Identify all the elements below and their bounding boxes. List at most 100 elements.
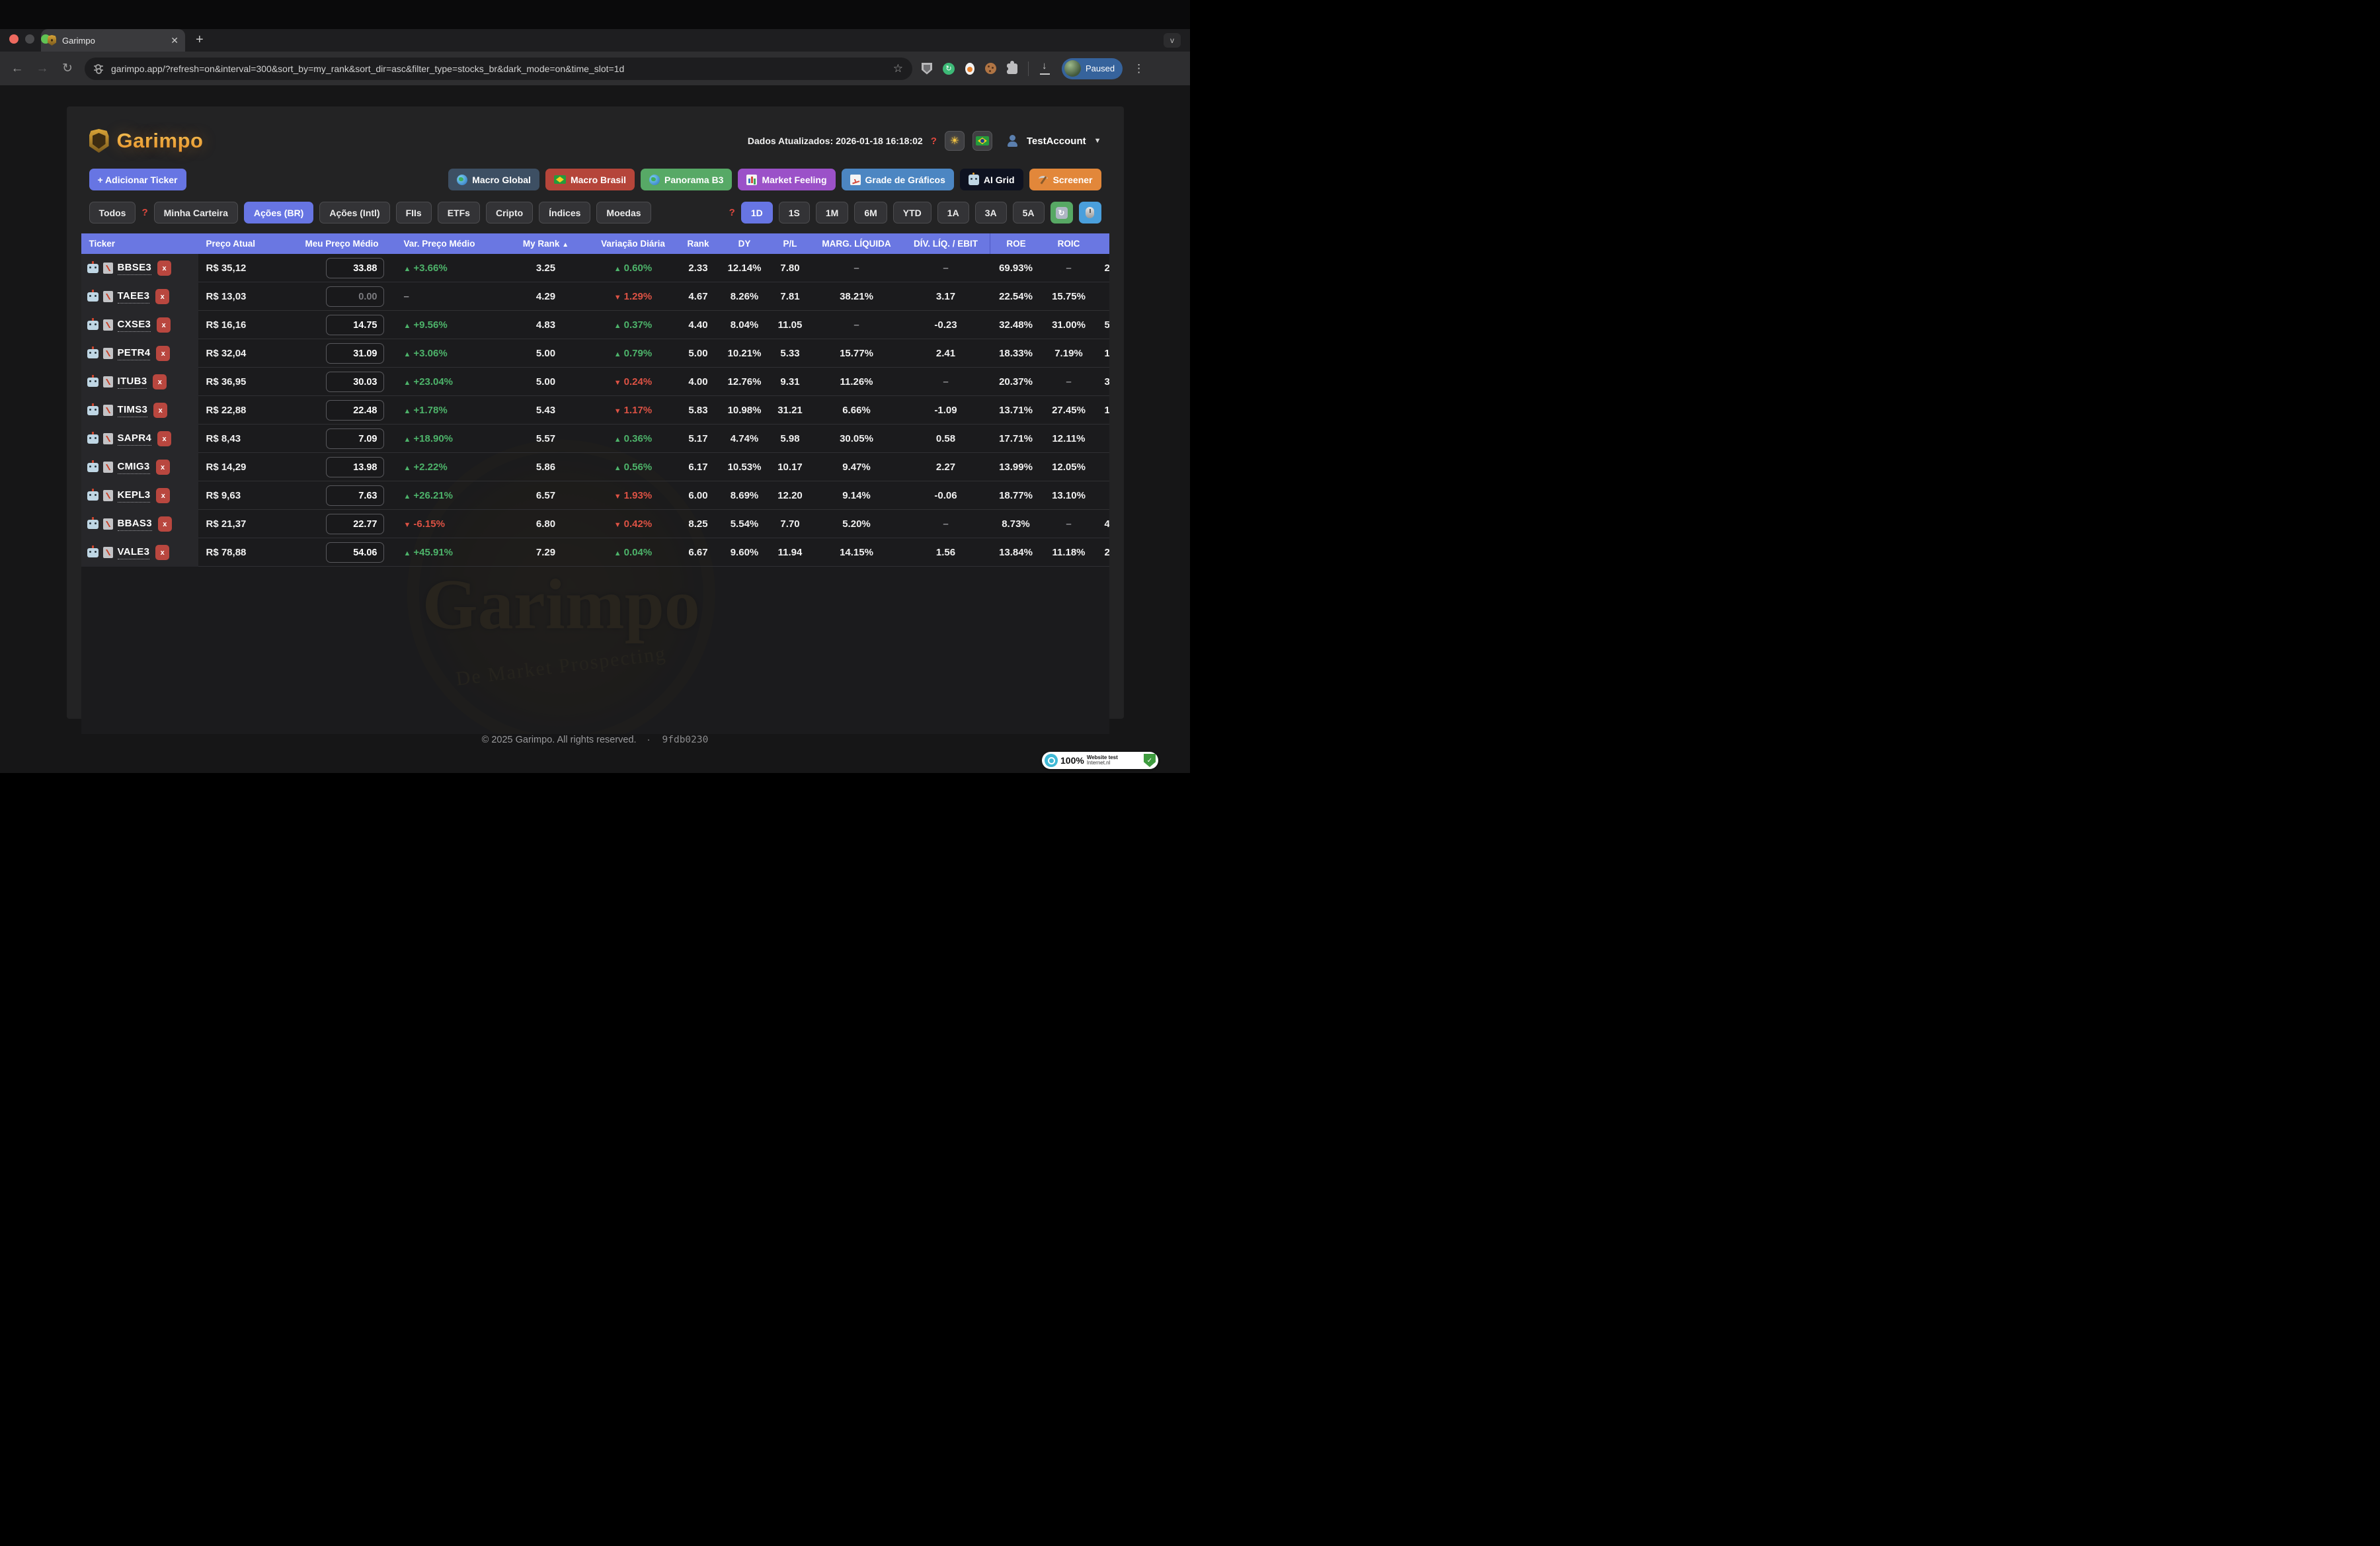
traffic-lights[interactable] xyxy=(9,34,50,44)
remove-ticker-button[interactable]: x xyxy=(157,431,171,446)
account-caret-icon[interactable]: ▼ xyxy=(1094,137,1101,145)
auto-refresh-button[interactable]: ↻ xyxy=(1051,202,1073,224)
ticker-link[interactable]: VALE3 xyxy=(118,546,150,559)
reload-icon[interactable]: ↻ xyxy=(60,61,75,76)
browser-tab[interactable]: Garimpo ✕ xyxy=(41,29,185,52)
chart-icon[interactable] xyxy=(103,490,113,501)
avg-price-input[interactable]: 33.88 xyxy=(326,258,384,278)
robot-icon[interactable] xyxy=(87,434,99,444)
auto-refresh-extension-icon[interactable]: ↻ xyxy=(943,63,955,75)
remove-ticker-button[interactable]: x xyxy=(156,488,170,503)
chart-icon[interactable] xyxy=(103,319,113,331)
timeslot-help-icon[interactable]: ? xyxy=(729,207,735,218)
close-window-button[interactable] xyxy=(9,34,19,44)
remove-ticker-button[interactable]: x xyxy=(158,516,172,532)
avg-price-input[interactable]: 0.00 xyxy=(326,286,384,307)
avg-price-input[interactable]: 7.09 xyxy=(326,428,384,449)
avg-price-input[interactable]: 13.98 xyxy=(326,457,384,477)
add-ticker-button[interactable]: + Adicionar Ticker xyxy=(89,169,186,190)
chart-icon[interactable] xyxy=(103,547,113,558)
cookie-extension-icon[interactable] xyxy=(985,63,996,74)
profile-button[interactable]: Paused xyxy=(1062,58,1123,79)
ticker-link[interactable]: TIMS3 xyxy=(118,404,148,417)
browser-menu-icon[interactable]: ⋮ xyxy=(1133,62,1144,75)
ticker-link[interactable]: CMIG3 xyxy=(118,461,150,474)
robot-icon[interactable] xyxy=(87,292,99,302)
column-header-dy[interactable]: DY xyxy=(720,239,770,249)
remove-ticker-button[interactable]: x xyxy=(157,317,171,333)
theme-toggle-button[interactable]: ☀ xyxy=(945,131,965,151)
robot-icon[interactable] xyxy=(87,406,99,415)
timeslot-1m[interactable]: 1M xyxy=(816,202,848,224)
filter-tab-fiis[interactable]: FIIs xyxy=(396,202,432,224)
updated-help-icon[interactable]: ? xyxy=(931,136,937,147)
column-header-my-rank[interactable]: My Rank ▲ xyxy=(502,239,590,249)
remove-ticker-button[interactable]: x xyxy=(156,460,170,475)
column-header-p-l[interactable]: P/L xyxy=(770,239,811,249)
ticker-link[interactable]: CXSE3 xyxy=(118,319,151,332)
chart-icon[interactable] xyxy=(103,291,113,302)
chart-icon[interactable] xyxy=(103,405,113,416)
column-header-d-v-l-q-ebit[interactable]: DÍV. LÍQ. / EBIT xyxy=(902,239,990,249)
column-header-ticker[interactable]: Ticker xyxy=(81,239,198,249)
filter-tab-moedas[interactable]: Moedas xyxy=(596,202,651,224)
back-icon[interactable]: ← xyxy=(9,61,25,76)
avg-price-input[interactable]: 22.77 xyxy=(326,514,384,534)
filter-tab-todos[interactable]: Todos xyxy=(89,202,136,224)
minimize-window-button[interactable] xyxy=(25,34,34,44)
robot-icon[interactable] xyxy=(87,349,99,358)
internetnl-badge[interactable]: 100% Website test Internet.nl ✓ xyxy=(1042,752,1158,769)
chart-icon[interactable] xyxy=(103,462,113,473)
adblock-shield-icon[interactable] xyxy=(922,63,932,75)
timeslot-1a[interactable]: 1A xyxy=(937,202,969,224)
chart-icon[interactable] xyxy=(103,518,113,530)
avg-price-input[interactable]: 22.48 xyxy=(326,400,384,421)
ticker-link[interactable]: BBAS3 xyxy=(118,518,152,531)
ticker-link[interactable]: ITUB3 xyxy=(118,376,147,389)
robot-icon[interactable] xyxy=(87,378,99,387)
timeslot-1d[interactable]: 1D xyxy=(741,202,773,224)
chart-icon[interactable] xyxy=(103,263,113,274)
nav-button-panorama-b3[interactable]: Panorama B3 xyxy=(641,169,732,190)
filter-help-icon[interactable]: ? xyxy=(141,207,147,218)
filter-tab-a-es-br-[interactable]: Ações (BR) xyxy=(244,202,313,224)
avg-price-input[interactable]: 30.03 xyxy=(326,372,384,392)
language-button[interactable] xyxy=(972,131,992,151)
column-header-meu-pre-o-m-dio[interactable]: Meu Preço Médio xyxy=(298,239,396,249)
robot-icon[interactable] xyxy=(87,321,99,330)
tab-close-icon[interactable]: ✕ xyxy=(171,35,178,46)
column-header-rank[interactable]: Rank xyxy=(677,239,720,249)
forward-icon[interactable]: → xyxy=(34,61,50,76)
remove-ticker-button[interactable]: x xyxy=(153,374,167,389)
column-header-pre-o-atual[interactable]: Preço Atual xyxy=(198,239,298,249)
timeslot-ytd[interactable]: YTD xyxy=(893,202,932,224)
chart-icon[interactable] xyxy=(103,348,113,359)
filter-tab-etfs[interactable]: ETFs xyxy=(438,202,480,224)
robot-icon[interactable] xyxy=(87,520,99,529)
nav-button-market-feeling[interactable]: Market Feeling xyxy=(738,169,835,190)
mouse-mode-button[interactable] xyxy=(1079,202,1101,224)
avg-price-input[interactable]: 7.63 xyxy=(326,485,384,506)
ticker-link[interactable]: BBSE3 xyxy=(118,262,152,275)
chart-icon[interactable] xyxy=(103,433,113,444)
remove-ticker-button[interactable]: x xyxy=(155,545,169,560)
avg-price-input[interactable]: 31.09 xyxy=(326,343,384,364)
robot-icon[interactable] xyxy=(87,264,99,273)
tab-search-button[interactable]: v xyxy=(1164,33,1181,48)
url-bar[interactable]: garimpo.app/?refresh=on&interval=300&sor… xyxy=(85,58,912,80)
timeslot-1s[interactable]: 1S xyxy=(779,202,810,224)
nav-button-screener[interactable]: Screener xyxy=(1029,169,1101,190)
remove-ticker-button[interactable]: x xyxy=(157,261,171,276)
new-tab-button[interactable]: + xyxy=(196,32,204,48)
avg-price-input[interactable]: 54.06 xyxy=(326,542,384,563)
downloads-icon[interactable] xyxy=(1039,63,1051,75)
nav-button-ai-grid[interactable]: AI Grid xyxy=(960,169,1023,190)
filter-tab-a-es-intl-[interactable]: Ações (Intl) xyxy=(319,202,389,224)
nav-button-macro-global[interactable]: Macro Global xyxy=(448,169,539,190)
site-settings-icon[interactable] xyxy=(94,63,104,74)
remove-ticker-button[interactable]: x xyxy=(153,403,167,418)
account-name[interactable]: TestAccount xyxy=(1027,136,1086,147)
nav-button-macro-brasil[interactable]: Macro Brasil xyxy=(545,169,635,190)
ticker-link[interactable]: PETR4 xyxy=(118,347,151,360)
bookmark-star-icon[interactable]: ☆ xyxy=(893,62,903,75)
